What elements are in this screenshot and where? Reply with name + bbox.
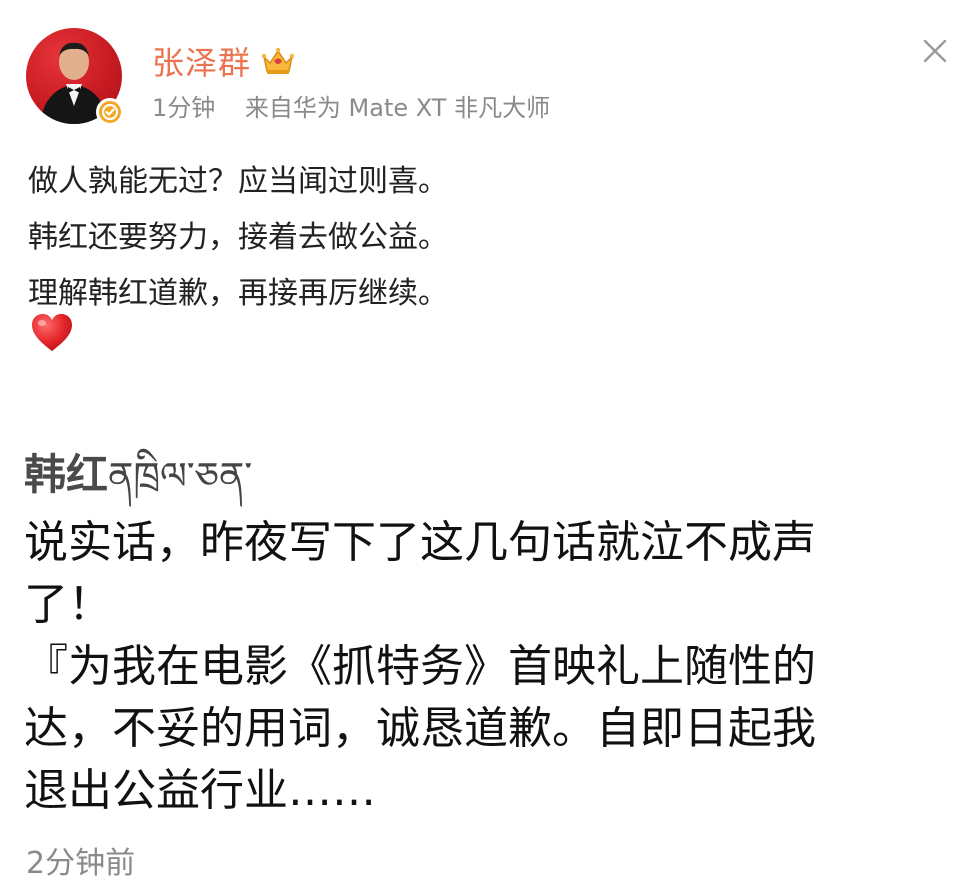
close-button[interactable] <box>916 32 954 70</box>
close-icon <box>923 39 947 63</box>
quoted-author-suffix: ནཁྲིལ་ཅན་ <box>108 454 253 498</box>
author-avatar-wrap[interactable] <box>26 28 124 126</box>
weibo-post: 张泽群 1分钟 来自华为 Mate XT 非凡大师 做人孰能无过？应当闻过则喜。… <box>0 0 960 380</box>
content-line: 理解韩红道歉，再接再厉继续。 <box>28 276 448 311</box>
author-name[interactable]: 张泽群 <box>152 38 251 84</box>
author-name-row: 张泽群 <box>152 38 295 84</box>
quoted-content-line: 退出公益行业…… <box>24 765 376 816</box>
post-meta: 1分钟 来自华为 Mate XT 非凡大师 <box>152 88 550 123</box>
crown-icon <box>261 46 295 76</box>
quoted-content-line: 『为我在电影《抓特务》首映礼上随性的 <box>24 641 816 692</box>
content-line: 韩红还要努力，接着去做公益。 <box>28 220 448 255</box>
verified-badge-icon <box>96 98 124 126</box>
quoted-content-line: 了！ <box>24 579 112 630</box>
post-time: 1分钟 <box>152 94 216 122</box>
quoted-author-name[interactable]: 韩红 <box>24 450 108 499</box>
post-source: 来自华为 Mate XT 非凡大师 <box>244 94 551 122</box>
quoted-post-time: 2分钟前 <box>26 846 136 881</box>
quoted-content-line: 说实话，昨夜写下了这几句话就泣不成声 <box>24 517 816 568</box>
content-line: 做人孰能无过？应当闻过则喜。 <box>28 164 448 199</box>
quoted-post-content: 说实话，昨夜写下了这几句话就泣不成声 了！ 『为我在电影《抓特务》首映礼上随性的… <box>24 512 960 822</box>
post-content: 做人孰能无过？应当闻过则喜。 韩红还要努力，接着去做公益。 理解韩红道歉，再接再… <box>28 154 448 322</box>
quoted-content-line: 达，不妥的用词，诚恳道歉。自即日起我 <box>24 703 816 754</box>
heart-icon <box>30 312 74 354</box>
